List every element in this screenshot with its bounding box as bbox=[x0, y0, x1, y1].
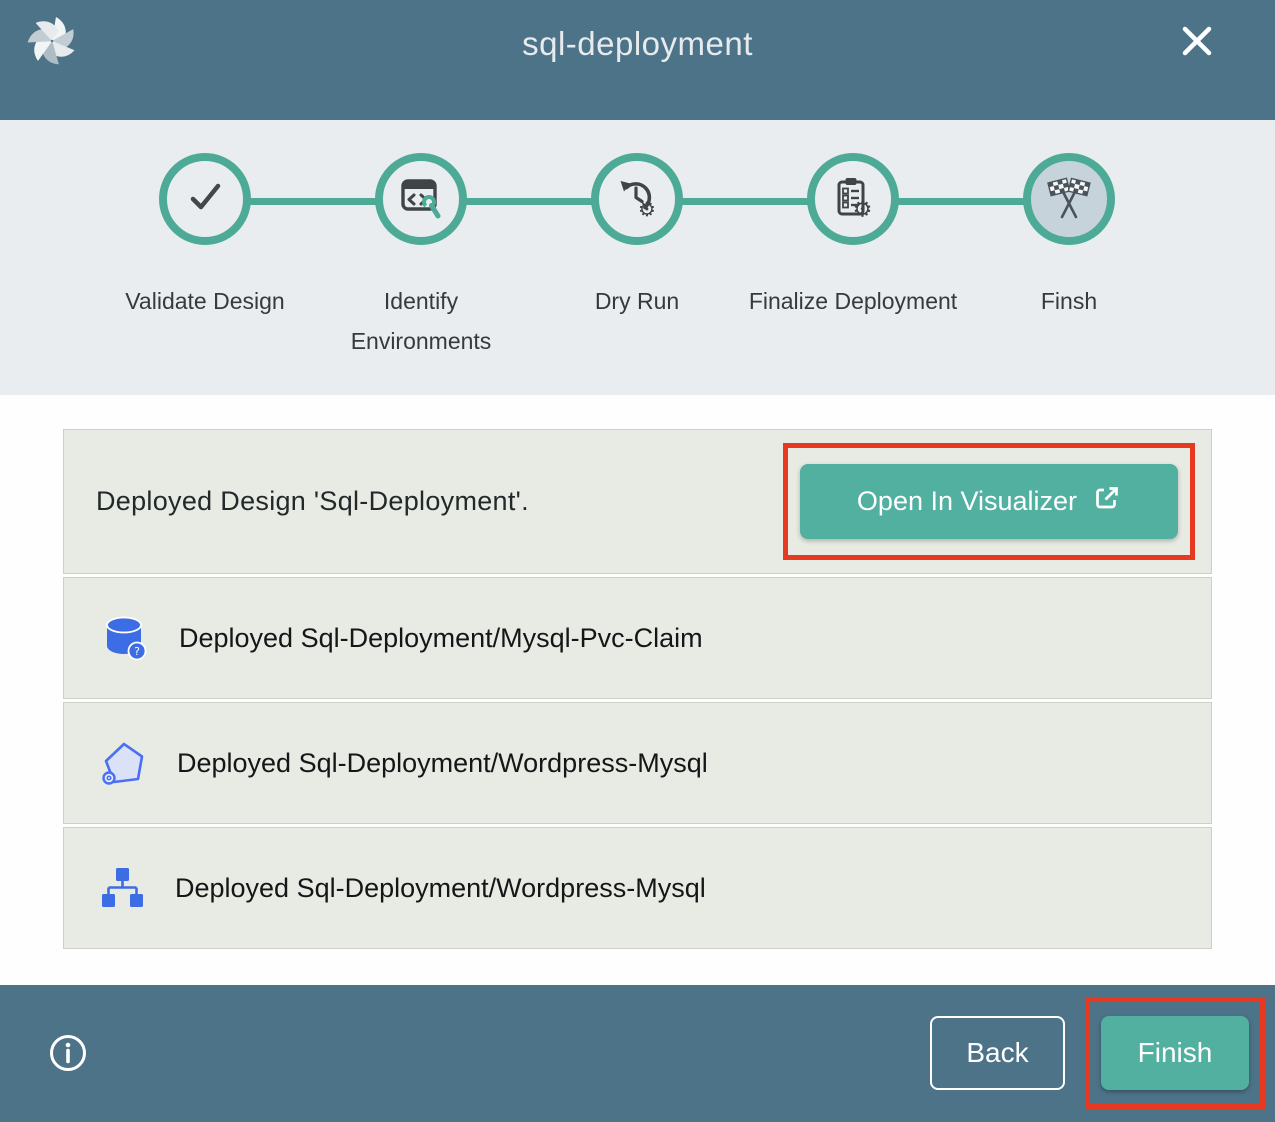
annotation-open-in-visualizer: Open In Visualizer bbox=[783, 443, 1195, 560]
step-label: Identify Environments bbox=[313, 281, 529, 361]
code-window-wrench-icon bbox=[398, 174, 444, 225]
svg-text:?: ? bbox=[134, 645, 140, 658]
result-text: Deployed Sql-Deployment/Mysql-Pvc-Claim bbox=[179, 623, 703, 654]
external-link-icon bbox=[1093, 484, 1121, 519]
step-label: Validate Design bbox=[125, 281, 284, 321]
dialog-title: sql-deployment bbox=[0, 0, 1275, 88]
deployment-stepper: Validate Design Identify Environments bbox=[0, 120, 1275, 395]
deployment-tree-icon bbox=[99, 865, 145, 911]
info-button[interactable] bbox=[48, 1033, 88, 1073]
open-in-visualizer-label: Open In Visualizer bbox=[857, 486, 1077, 517]
result-text: Deployed Sql-Deployment/Wordpress-Mysql bbox=[177, 748, 708, 779]
checklist-gear-icon: ⚙ bbox=[830, 174, 876, 225]
result-text: Deployed Sql-Deployment/Wordpress-Mysql bbox=[175, 873, 706, 904]
history-gear-icon: ⚙ bbox=[614, 174, 660, 225]
close-x-icon bbox=[1177, 21, 1217, 64]
deployment-results: Deployed Design 'Sql-Deployment'. Open I… bbox=[0, 395, 1275, 985]
step-dry-run: ⚙ Dry Run bbox=[529, 120, 745, 361]
step-label: Finsh bbox=[1041, 281, 1097, 321]
step-finalize-deployment: ⚙ Finalize Deployment bbox=[745, 120, 961, 361]
check-icon bbox=[181, 173, 229, 226]
step-label: Finalize Deployment bbox=[749, 281, 957, 321]
open-in-visualizer-button[interactable]: Open In Visualizer bbox=[800, 464, 1178, 539]
svg-text:⚙: ⚙ bbox=[638, 197, 656, 220]
step-finish: Finsh bbox=[961, 120, 1177, 361]
finish-button[interactable]: Finish bbox=[1101, 1016, 1249, 1090]
result-row: ? Deployed Sql-Deployment/Mysql-Pvc-Clai… bbox=[63, 577, 1212, 699]
svg-text:⚙: ⚙ bbox=[853, 197, 873, 220]
info-icon bbox=[48, 1061, 88, 1076]
summary-text: Deployed Design 'Sql-Deployment'. bbox=[96, 486, 529, 517]
step-circle-dry-run: ⚙ bbox=[591, 153, 683, 245]
persistent-volume-icon: ? bbox=[99, 613, 149, 663]
step-circle-finish bbox=[1023, 153, 1115, 245]
step-validate-design: Validate Design bbox=[97, 120, 313, 361]
step-identify-environments: Identify Environments bbox=[313, 120, 529, 361]
back-button[interactable]: Back bbox=[930, 1016, 1065, 1090]
step-label: Dry Run bbox=[595, 281, 679, 321]
summary-row: Deployed Design 'Sql-Deployment'. Open I… bbox=[63, 429, 1212, 574]
result-row: Deployed Sql-Deployment/Wordpress-Mysql bbox=[63, 827, 1212, 949]
step-circle-identify bbox=[375, 153, 467, 245]
annotation-finish: Finish bbox=[1085, 997, 1265, 1109]
service-pentagon-icon bbox=[99, 739, 147, 787]
dialog-header: sql-deployment bbox=[0, 0, 1275, 120]
close-button[interactable] bbox=[1176, 21, 1218, 63]
result-row: Deployed Sql-Deployment/Wordpress-Mysql bbox=[63, 702, 1212, 824]
step-circle-validate bbox=[159, 153, 251, 245]
step-circle-finalize: ⚙ bbox=[807, 153, 899, 245]
finish-flags-icon bbox=[1044, 172, 1094, 227]
dialog-footer: Back Finish bbox=[0, 985, 1275, 1122]
